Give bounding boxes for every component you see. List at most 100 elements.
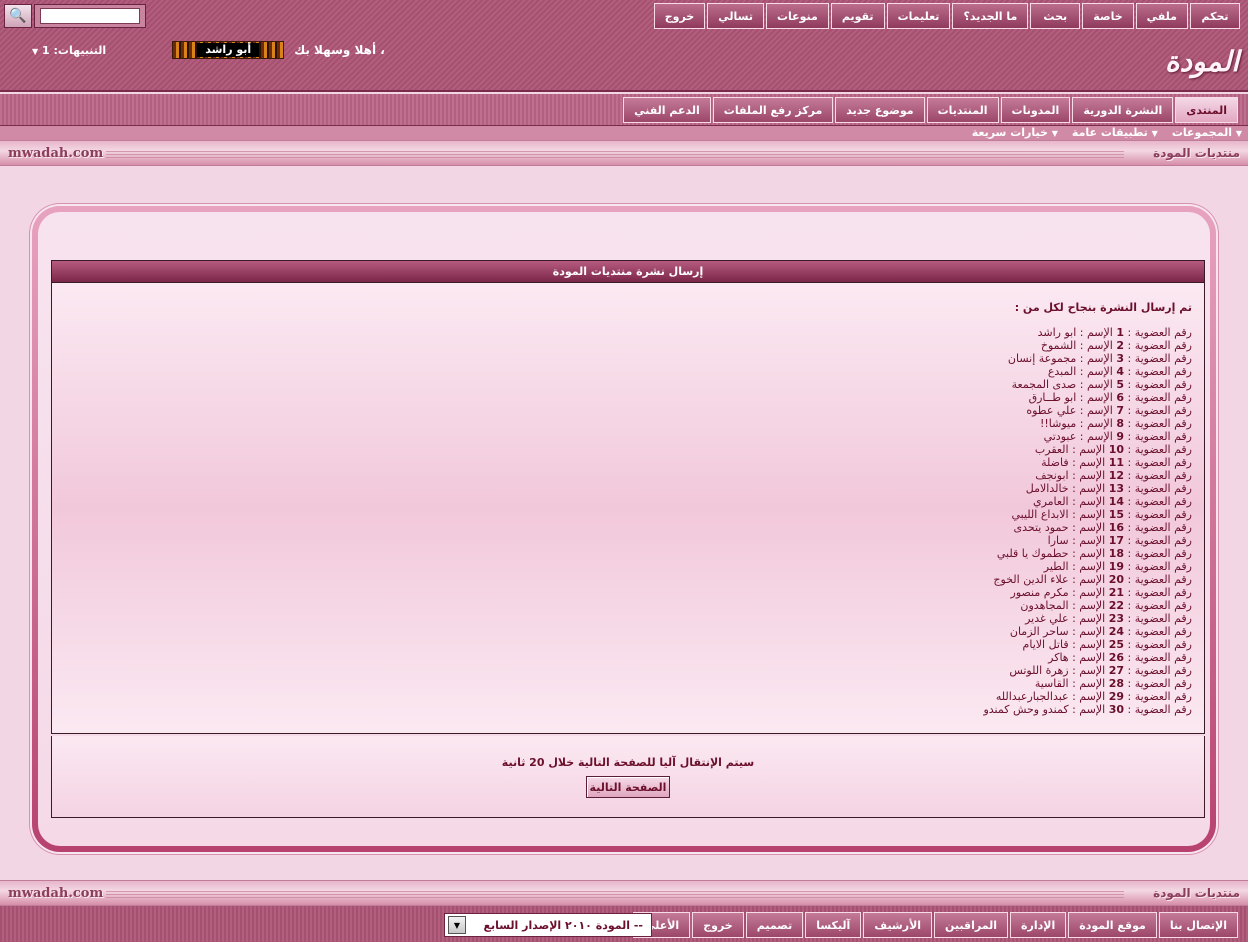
username: أبو راشد bbox=[197, 43, 260, 57]
subnav-groups[interactable]: المجموعات ▼ bbox=[1172, 126, 1242, 141]
member-list: رقم العضوية : 1 الإسم : ابو راشد رقم العض… bbox=[64, 326, 1192, 716]
panel-title: إرسال نشرة منتديات المودة bbox=[52, 261, 1204, 283]
member-row: رقم العضوية : 13 الإسم : خالدالامل bbox=[64, 482, 1192, 495]
footer-contact-link[interactable]: الإتصال بنا bbox=[1158, 912, 1238, 938]
member-name: علي غدير bbox=[1025, 612, 1069, 625]
member-id-label: رقم العضوية : bbox=[1127, 703, 1193, 716]
member-row: رقم العضوية : 3 الإسم : مجموعة إنسان bbox=[64, 352, 1192, 365]
top-menu-misc[interactable]: منوعات bbox=[765, 3, 829, 29]
footer-admin-link[interactable]: الإدارة bbox=[1010, 912, 1067, 938]
member-name-label: الإسم : bbox=[1079, 326, 1113, 339]
member-id-label: رقم العضوية : bbox=[1127, 352, 1193, 365]
member-name-label: الإسم : bbox=[1072, 612, 1106, 625]
style-select[interactable]: ▼ -- المودة ٢٠١٠ الإصدار السابع bbox=[444, 913, 652, 937]
tab-forums[interactable]: المنتديات bbox=[926, 97, 999, 123]
member-id: 14 bbox=[1108, 495, 1124, 508]
member-name: قاتل الايام bbox=[1022, 638, 1069, 651]
member-id: 27 bbox=[1108, 664, 1124, 677]
member-name-label: الإسم : bbox=[1079, 417, 1113, 430]
member-name: عبدالجبارعبدالله bbox=[995, 690, 1069, 703]
tab-blogs[interactable]: المدونات bbox=[1000, 97, 1071, 123]
member-id: 7 bbox=[1116, 404, 1124, 417]
member-name: علاء الدين الخوج bbox=[993, 573, 1069, 586]
footer-alexa-link[interactable]: آليكسا bbox=[805, 912, 862, 938]
top-menu-whats-new[interactable]: ما الجديد؟ bbox=[952, 3, 1029, 29]
footer-site-link[interactable]: موقع المودة bbox=[1068, 912, 1157, 938]
site-banner-bottom: mwadah.com منتديات المودة bbox=[0, 880, 1248, 906]
member-id: 30 bbox=[1108, 703, 1124, 716]
top-menu-help[interactable]: تعليمات bbox=[886, 3, 951, 29]
site-logo[interactable]: المودة bbox=[1164, 34, 1240, 88]
member-id-label: رقم العضوية : bbox=[1127, 443, 1193, 456]
top-menu-control-panel[interactable]: تحكم bbox=[1190, 3, 1240, 29]
top-menu-logout[interactable]: خروج bbox=[653, 3, 706, 29]
main-navbar: المنتدى النشرة الدورية المدونات المنتديا… bbox=[0, 94, 1248, 126]
member-id-label: رقم العضوية : bbox=[1127, 677, 1193, 690]
style-select-value: -- المودة ٢٠١٠ الإصدار السابع bbox=[483, 918, 643, 932]
alerts-dropdown[interactable]: ▼ التنبيهات: 1 bbox=[32, 44, 106, 57]
member-row: رقم العضوية : 1 الإسم : ابو راشد bbox=[64, 326, 1192, 339]
top-menu-calendar[interactable]: تقويم bbox=[830, 3, 885, 29]
member-row: رقم العضوية : 19 الإسم : الطير bbox=[64, 560, 1192, 573]
member-row: رقم العضوية : 25 الإسم : قاتل الايام bbox=[64, 638, 1192, 651]
member-name-label: الإسم : bbox=[1079, 365, 1113, 378]
sub-navbar: المجموعات ▼ تطبيقات عامة ▼ خيارات سريعة … bbox=[0, 126, 1248, 140]
member-name: العقرب bbox=[1034, 443, 1069, 456]
member-name-label: الإسم : bbox=[1072, 638, 1106, 651]
member-name: عبودتي bbox=[1043, 430, 1077, 443]
member-id-label: رقم العضوية : bbox=[1127, 573, 1193, 586]
member-name: صدى المجمعة bbox=[1011, 378, 1077, 391]
top-menu-games[interactable]: تسالي bbox=[707, 3, 764, 29]
member-id-label: رقم العضوية : bbox=[1127, 599, 1193, 612]
member-id: 8 bbox=[1116, 417, 1124, 430]
subnav-quick-options[interactable]: خيارات سريعة ▼ bbox=[972, 126, 1058, 141]
footer-moderators-link[interactable]: المراقبين bbox=[934, 912, 1009, 938]
redirect-panel: سيتم الإنتقال آليا للصفحة التالية خلال 2… bbox=[51, 736, 1205, 818]
member-row: رقم العضوية : 28 الإسم : القاسية bbox=[64, 677, 1192, 690]
member-name-label: الإسم : bbox=[1072, 677, 1106, 690]
member-id: 6 bbox=[1116, 391, 1124, 404]
top-menu-search[interactable]: بحث bbox=[1030, 3, 1081, 29]
member-name: حطموك يا قلبي bbox=[996, 547, 1069, 560]
member-id: 29 bbox=[1108, 690, 1124, 703]
tab-new-topic[interactable]: موضوع جديد bbox=[835, 97, 925, 123]
next-page-button[interactable]: الصفحة التالية bbox=[586, 776, 670, 798]
member-name: القاسية bbox=[1034, 677, 1069, 690]
top-menu-private[interactable]: خاصة bbox=[1082, 3, 1134, 29]
member-id-label: رقم العضوية : bbox=[1127, 612, 1193, 625]
tab-forum[interactable]: المنتدى bbox=[1175, 97, 1238, 123]
member-name-label: الإسم : bbox=[1079, 352, 1113, 365]
search-input[interactable] bbox=[34, 4, 146, 28]
alerts-label: التنبيهات: 1 bbox=[42, 43, 107, 57]
footer-logout-link[interactable]: خروج bbox=[692, 912, 744, 938]
subnav-general-apps[interactable]: تطبيقات عامة ▼ bbox=[1072, 126, 1158, 141]
member-row: رقم العضوية : 21 الإسم : مكرم منصور bbox=[64, 586, 1192, 599]
member-name: كمندو وحش كمندو bbox=[983, 703, 1069, 716]
footer-archive-link[interactable]: الأرشيف bbox=[863, 912, 933, 938]
member-id-label: رقم العضوية : bbox=[1127, 586, 1193, 599]
content-frame: إرسال نشرة منتديات المودة تم إرسال النشر… bbox=[32, 206, 1216, 852]
top-menu-profile[interactable]: ملفي bbox=[1135, 3, 1188, 29]
member-id-label: رقم العضوية : bbox=[1127, 482, 1193, 495]
member-name-label: الإسم : bbox=[1072, 651, 1106, 664]
member-name-label: الإسم : bbox=[1079, 430, 1113, 443]
tab-upload-center[interactable]: مركز رفع الملفات bbox=[712, 97, 834, 123]
footer-design-link[interactable]: تصميم bbox=[745, 912, 804, 938]
member-row: رقم العضوية : 12 الإسم : ابونجف bbox=[64, 469, 1192, 482]
member-id: 22 bbox=[1108, 599, 1124, 612]
caret-down-icon: ▼ bbox=[1051, 129, 1058, 138]
member-name-label: الإسم : bbox=[1072, 443, 1106, 456]
chevron-down-icon[interactable]: ▼ bbox=[448, 916, 466, 934]
member-id: 12 bbox=[1108, 469, 1124, 482]
member-name: سارا bbox=[1047, 534, 1069, 547]
member-id: 4 bbox=[1116, 365, 1124, 378]
username-badge[interactable]: أبو راشد bbox=[172, 41, 285, 59]
tab-support[interactable]: الدعم الفني bbox=[623, 97, 711, 123]
tab-newsletter[interactable]: النشرة الدورية bbox=[1072, 97, 1174, 123]
member-row: رقم العضوية : 24 الإسم : ساحر الزمان bbox=[64, 625, 1192, 638]
member-id-label: رقم العضوية : bbox=[1127, 339, 1193, 352]
member-id: 18 bbox=[1108, 547, 1124, 560]
search-button[interactable]: 🔍 bbox=[4, 4, 32, 28]
member-name: خالدالامل bbox=[1025, 482, 1069, 495]
member-id: 9 bbox=[1116, 430, 1124, 443]
